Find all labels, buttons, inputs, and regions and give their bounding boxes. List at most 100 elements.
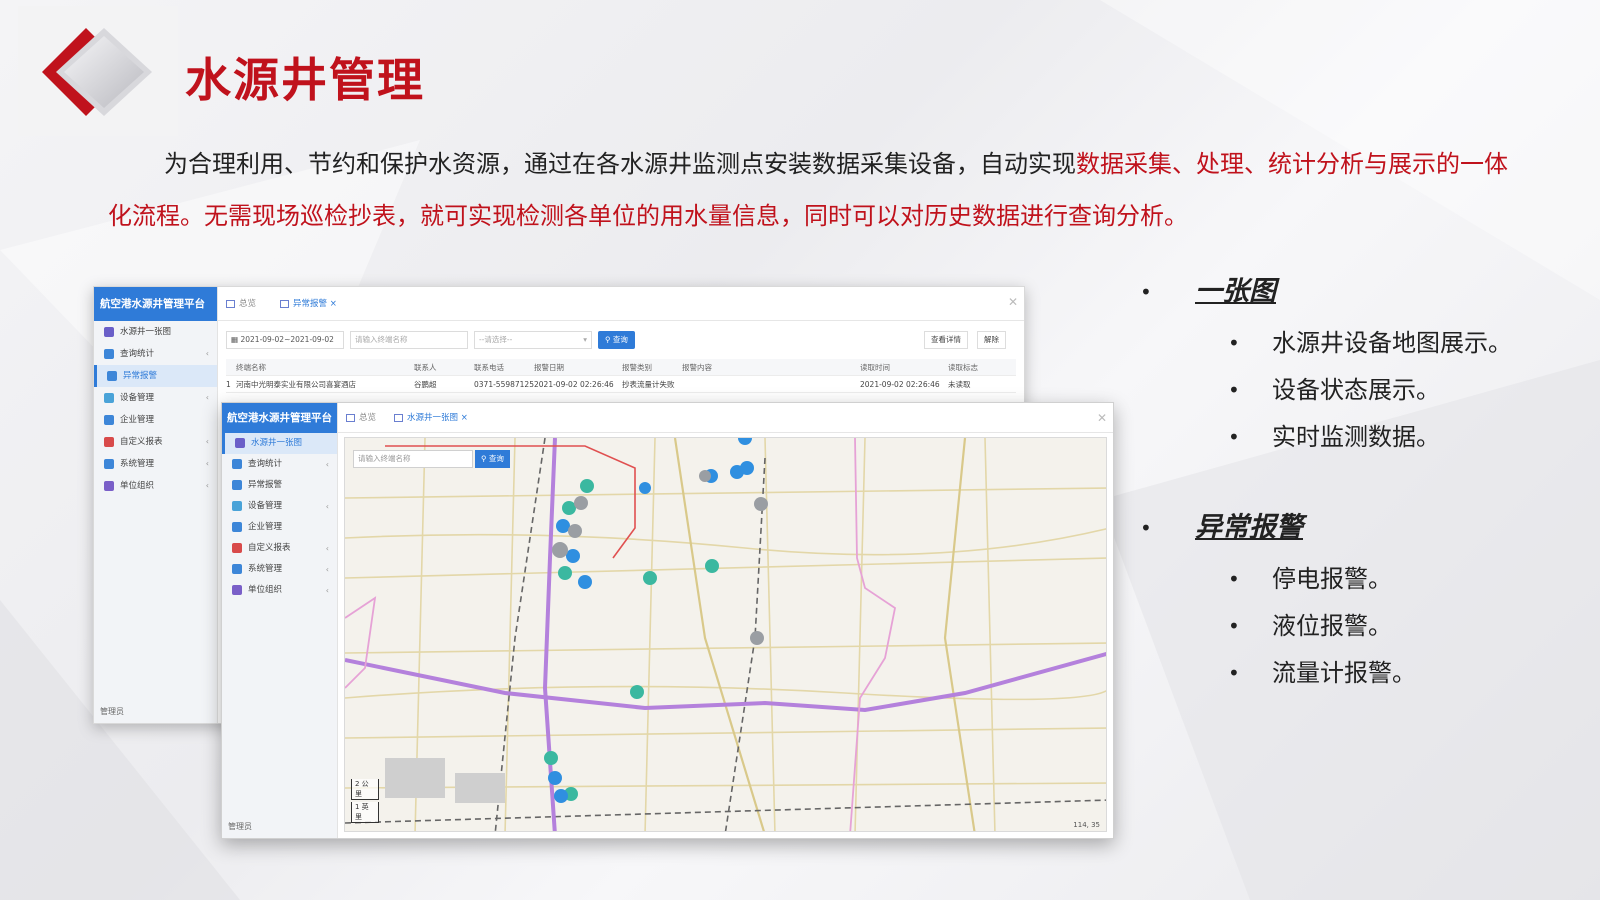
table-row[interactable]: 1 河南中光明泰实业有限公司喜宴酒店 谷鹏超 0371-55987125 202… <box>226 376 1016 393</box>
report-icon <box>232 542 242 553</box>
user-label: 管理员 <box>228 822 252 831</box>
system-icon <box>104 458 114 469</box>
sidebar-item[interactable]: 异常报警 <box>94 365 217 387</box>
sidebar-item[interactable]: 设备管理 ‹ <box>94 387 217 409</box>
feature-item: • 设备状态展示。 <box>1228 376 1440 404</box>
alarm-icon <box>280 299 289 308</box>
sidebar-item[interactable]: 企业管理 <box>94 409 217 431</box>
feature-item: • 流量计报警。 <box>1228 659 1416 687</box>
feature-section-map: • 一张图 • 水源井设备地图展示。 • 设备状态展示。 • 实时监测数据。 <box>1140 270 1580 461</box>
monitor-icon <box>226 299 235 308</box>
sidebar-item-label: 企业管理 <box>248 522 283 532</box>
sidebar-item-label: 自定义报表 <box>248 543 291 553</box>
well-marker-icon[interactable] <box>544 438 768 803</box>
org-icon <box>104 480 114 491</box>
close-icon[interactable]: ✕ <box>1008 295 1018 309</box>
sidebar-item-label: 单位组织 <box>248 585 283 595</box>
sidebar-item[interactable]: 水源井一张图 <box>222 433 337 454</box>
bullet-icon: • <box>1140 280 1152 304</box>
feature-item: • 停电报警。 <box>1228 565 1392 593</box>
brand-title: 航空港水源井管理平台 <box>222 403 337 433</box>
sidebar-item[interactable]: 企业管理 <box>222 517 337 538</box>
sidebar-item-label: 系统管理 <box>248 564 283 574</box>
sidebar-item-label: 水源井一张图 <box>120 327 172 337</box>
feature-item: • 液位报警。 <box>1228 612 1392 640</box>
map-icon <box>394 413 403 422</box>
map-coordinates: 114, 35 <box>1073 821 1100 829</box>
sidebar-item[interactable]: 单位组织 ‹ <box>222 580 337 601</box>
org-icon <box>232 584 242 595</box>
feature-list: • 一张图 • 水源井设备地图展示。 • 设备状态展示。 • 实时监测数据。 • 异常报警… <box>1140 270 1580 697</box>
sidebar-item-label: 异常报警 <box>248 480 283 490</box>
terminal-name-input[interactable]: 请输入终端名称 <box>350 331 468 349</box>
table-header: 终端名称 联系人 联系电话 报警日期 报警类别 报警内容 读取时间 读取标志 <box>226 359 1016 376</box>
chevron-icon: ‹ <box>325 502 329 511</box>
company-icon <box>104 414 114 425</box>
sidebar-item[interactable]: 查询统计 ‹ <box>94 343 217 365</box>
chevron-icon: ‹ <box>205 459 209 468</box>
feature-section-alarm: • 异常报警 • 停电报警。 • 液位报警。 • 流量计报警。 <box>1140 506 1580 697</box>
sidebar-item[interactable]: 单位组织 ‹ <box>94 475 217 497</box>
tab-alarm[interactable]: 异常报警 × <box>280 287 337 321</box>
chart-icon <box>232 458 242 469</box>
sidebar-item-label: 设备管理 <box>248 501 283 511</box>
map-icon <box>235 437 245 448</box>
chevron-icon: ‹ <box>325 460 329 469</box>
map-window-screenshot: 航空港水源井管理平台 水源井一张图查询统计 ‹ 异常报警设备管理 ‹ 企业管理自定义报表… <box>221 402 1114 839</box>
release-button[interactable]: 解除 <box>977 331 1006 349</box>
sidebar-item[interactable]: 系统管理 ‹ <box>94 453 217 475</box>
feature-item: • 水源井设备地图展示。 <box>1228 329 1512 357</box>
category-select[interactable]: --请选择-- ▾ <box>474 331 592 349</box>
chevron-icon: ‹ <box>205 393 209 402</box>
query-button[interactable]: ⚲ 查询 <box>598 331 635 349</box>
chevron-icon: ‹ <box>205 349 209 358</box>
tab-bar: 总览 水源井一张图 × ✕ <box>338 403 1113 433</box>
sidebar: 航空港水源井管理平台 水源井一张图查询统计 ‹ 异常报警设备管理 ‹ 企业管理自定义报表… <box>222 403 338 838</box>
map-search-input[interactable]: 请输入终端名称 <box>353 450 473 468</box>
alarm-icon <box>107 370 117 381</box>
map-icon <box>104 326 114 337</box>
bullet-icon: • <box>1140 516 1152 540</box>
chart-icon <box>104 348 114 359</box>
sidebar-item-label: 查询统计 <box>120 349 155 359</box>
sidebar-item[interactable]: 自定义报表 ‹ <box>94 431 217 453</box>
system-icon <box>232 563 242 574</box>
intro-paragraph: 为合理利用、节约和保护水资源，通过在各水源井监测点安装数据采集设备，自动实现数据… <box>108 138 1528 242</box>
chevron-icon: ‹ <box>205 437 209 446</box>
sidebar-item-label: 自定义报表 <box>120 437 163 447</box>
tab-overview[interactable]: 总览 <box>346 403 376 433</box>
filter-toolbar: ▦ 2021-09-02~2021-09-02 请输入终端名称 --请选择-- ▾… <box>226 331 1016 353</box>
monitor-icon <box>346 413 355 422</box>
feature-title: 一张图 <box>1195 276 1276 307</box>
sidebar-item[interactable]: 自定义报表 ‹ <box>222 538 337 559</box>
brand-title: 航空港水源井管理平台 <box>94 287 217 321</box>
sidebar-item[interactable]: 设备管理 ‹ <box>222 496 337 517</box>
alarm-icon <box>232 479 242 490</box>
chevron-icon: ‹ <box>205 481 209 490</box>
diamond-logo-icon <box>42 28 152 116</box>
search-icon: ⚲ <box>481 454 489 463</box>
sidebar-item-label: 设备管理 <box>120 393 155 403</box>
tab-overview[interactable]: 总览 <box>226 287 256 321</box>
sidebar-item[interactable]: 查询统计 ‹ <box>222 454 337 475</box>
device-icon <box>232 500 242 511</box>
feature-item: • 实时监测数据。 <box>1228 423 1440 451</box>
sidebar-item[interactable]: 水源井一张图 <box>94 321 217 343</box>
date-range-field[interactable]: ▦ 2021-09-02~2021-09-02 <box>226 331 344 349</box>
sidebar-item[interactable]: 异常报警 <box>222 475 337 496</box>
well-markers <box>544 438 768 803</box>
sidebar-item-label: 查询统计 <box>248 459 283 469</box>
report-icon <box>104 436 114 447</box>
view-detail-button[interactable]: 查看详情 <box>924 331 968 349</box>
alarm-table: 终端名称 联系人 联系电话 报警日期 报警类别 报警内容 读取时间 读取标志 1… <box>226 359 1016 393</box>
chevron-icon: ‹ <box>325 586 329 595</box>
close-icon[interactable]: ✕ <box>1097 411 1107 425</box>
search-icon: ⚲ <box>605 335 613 344</box>
company-icon <box>232 521 242 532</box>
map-query-button[interactable]: ⚲ 查询 <box>475 450 510 468</box>
tab-well-map[interactable]: 水源井一张图 × <box>394 403 468 433</box>
sidebar-item[interactable]: 系统管理 ‹ <box>222 559 337 580</box>
device-icon <box>104 392 114 403</box>
well-map[interactable]: 请输入终端名称 ⚲ 查询 2 公里 1 英里 114, 35 <box>344 437 1107 832</box>
map-scale: 2 公里 1 英里 <box>351 777 379 823</box>
